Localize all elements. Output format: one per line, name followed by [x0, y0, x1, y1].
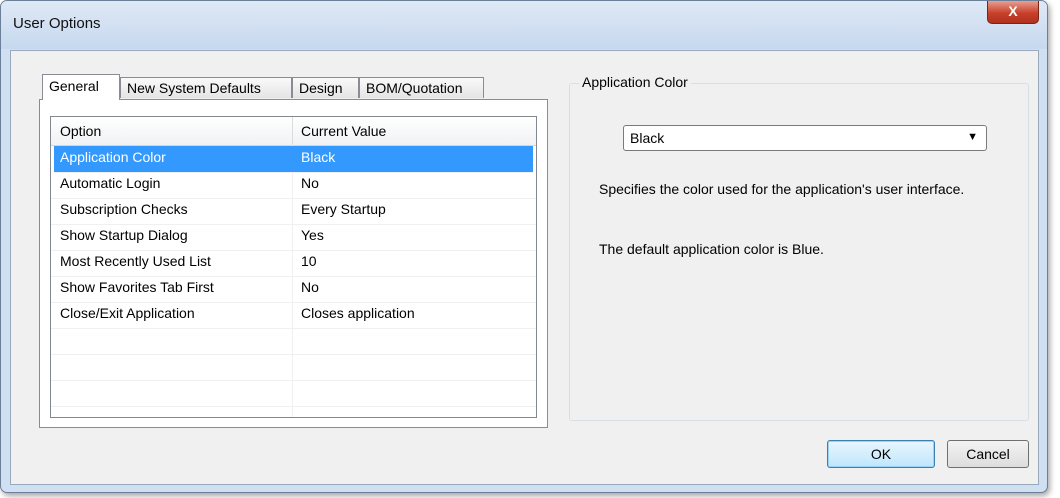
options-grid[interactable]: Option Current Value Application Color B… [50, 116, 537, 418]
option-cell: Show Favorites Tab First [60, 279, 214, 295]
column-header-option[interactable]: Option [60, 123, 101, 139]
value-cell: Closes application [301, 305, 415, 321]
option-cell: Show Startup Dialog [60, 227, 188, 243]
application-color-select[interactable]: Black ▼ [623, 125, 987, 151]
value-cell: Black [301, 149, 336, 165]
table-row[interactable]: Subscription Checks Every Startup [51, 198, 536, 225]
table-row[interactable]: Close/Exit Application Closes applicatio… [51, 302, 536, 329]
grid-header: Option Current Value [51, 117, 536, 146]
empty-row [51, 380, 536, 407]
tab-bom-quotation[interactable]: BOM/Quotation [359, 77, 484, 98]
close-icon: X [1008, 3, 1018, 19]
option-cell: Subscription Checks [60, 201, 188, 217]
empty-row [51, 328, 536, 355]
ok-button[interactable]: OK [827, 440, 935, 468]
tab-new-system-defaults[interactable]: New System Defaults [120, 77, 292, 98]
value-cell: No [301, 175, 319, 191]
general-tab-panel: Option Current Value Application Color B… [39, 99, 548, 428]
user-options-window: User Options X General New System Defaul… [0, 0, 1048, 493]
table-row[interactable]: Most Recently Used List 10 [51, 250, 536, 277]
select-value: Black [630, 130, 665, 146]
value-cell: Yes [301, 227, 324, 243]
dialog-client-area: General New System Defaults Design BOM/Q… [10, 50, 1039, 485]
empty-row [51, 354, 536, 381]
default-note: The default application color is Blue. [599, 241, 824, 257]
table-row[interactable]: Show Startup Dialog Yes [51, 224, 536, 251]
group-label: Application Color [579, 74, 691, 90]
close-button[interactable]: X [987, 1, 1039, 24]
table-row[interactable]: Application Color Black [54, 146, 533, 173]
option-description: Specifies the color used for the applica… [599, 181, 965, 197]
window-title: User Options [13, 15, 101, 32]
table-row[interactable]: Automatic Login No [51, 172, 536, 199]
column-header-current-value[interactable]: Current Value [301, 123, 386, 139]
value-cell: 10 [301, 253, 317, 269]
option-cell: Most Recently Used List [60, 253, 211, 269]
tab-design[interactable]: Design [292, 77, 359, 98]
cancel-button[interactable]: Cancel [947, 440, 1029, 468]
table-row[interactable]: Show Favorites Tab First No [51, 276, 536, 303]
chevron-down-icon: ▼ [967, 131, 978, 143]
header-separator [292, 117, 293, 145]
option-cell: Close/Exit Application [60, 305, 195, 321]
tab-general[interactable]: General [42, 74, 120, 100]
option-cell: Automatic Login [60, 175, 161, 191]
title-bar[interactable]: User Options X [1, 1, 1047, 49]
value-cell: Every Startup [301, 201, 386, 217]
option-cell: Application Color [60, 149, 166, 165]
value-cell: No [301, 279, 319, 295]
